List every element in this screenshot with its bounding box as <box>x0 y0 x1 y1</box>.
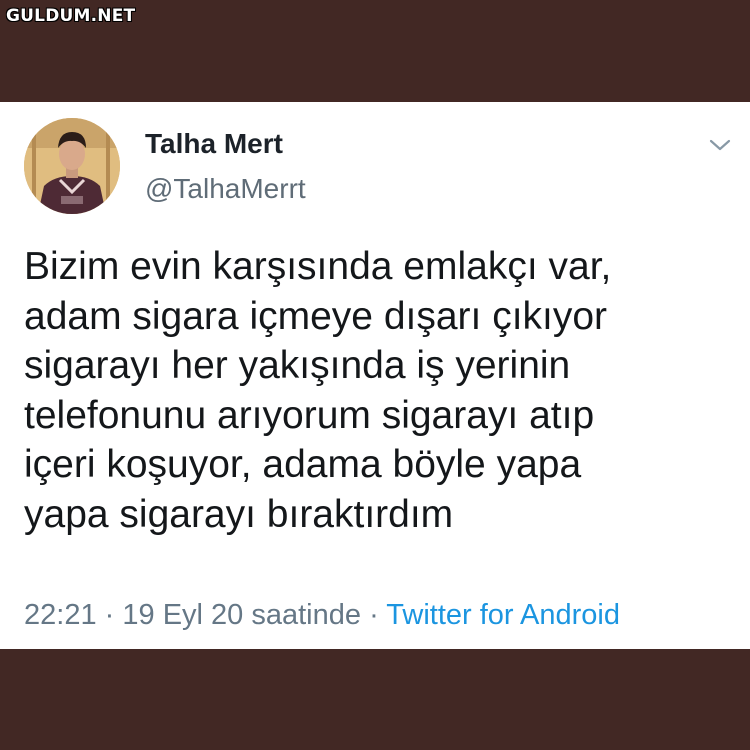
tweet-text-line: adam sigara içmeye dışarı çıkıyor <box>24 294 608 338</box>
meta-separator: · <box>369 599 379 631</box>
watermark-logo: GULDUM.NET <box>6 6 136 26</box>
tweet-text-line: telefonunu arıyorum sigarayı atıp <box>24 393 595 437</box>
chevron-down-icon[interactable] <box>708 135 732 155</box>
user-handle[interactable]: @TalhaMerrt <box>145 173 306 205</box>
tweet-card: Talha Mert @TalhaMerrt Bizim evin karşıs… <box>0 102 750 649</box>
display-name[interactable]: Talha Mert <box>145 128 283 160</box>
tweet-text-line: sigarayı her yakışında iş yerinin <box>24 344 571 387</box>
tweet-text-line: yapa sigarayı bıraktırdım <box>24 492 454 536</box>
page: GULDUM.NET Talha Mert @TalhaMerrt Bizim … <box>0 0 750 750</box>
tweet-time[interactable]: 22:21 <box>24 599 97 631</box>
tweet-text-line: Bizim evin karşısında emlakçı var, <box>24 245 612 288</box>
avatar[interactable] <box>24 118 120 214</box>
tweet-text-line: içeri koşuyor, adama böyle yapa <box>24 443 582 486</box>
tweet-text: Bizim evin karşısında emlakçı var, adam … <box>24 242 736 539</box>
tweet-date[interactable]: 19 Eyl 20 saatinde <box>122 599 361 631</box>
tweet-source-link[interactable]: Twitter for Android <box>386 599 620 631</box>
avatar-image <box>24 118 120 214</box>
meta-separator: · <box>104 599 115 631</box>
tweet-meta: 22:21 · 19 Eyl 20 saatinde · Twitter for… <box>24 599 620 632</box>
